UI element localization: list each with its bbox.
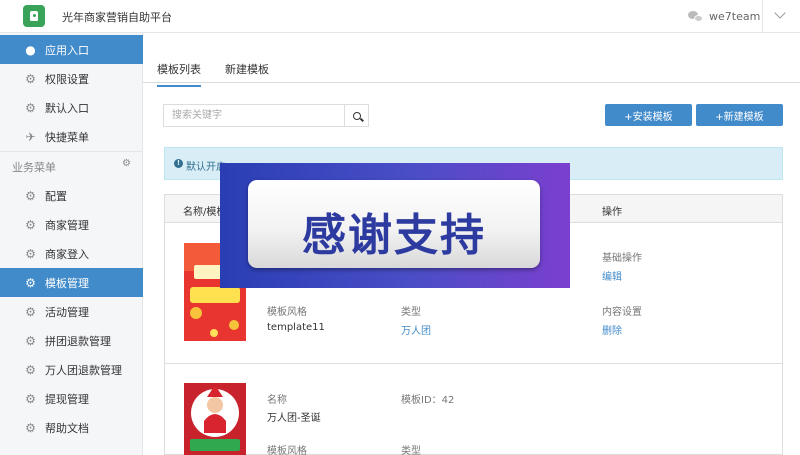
gear-icon[interactable]: ⚙ — [122, 158, 131, 169]
sidebar-item-label: 权限设置 — [45, 72, 89, 86]
gear-icon: ⚙ — [25, 246, 36, 261]
style-label: 模板风格 — [267, 446, 307, 455]
sidebar-item-label: 快捷菜单 — [45, 130, 89, 144]
sidebar-item-wanren-refund[interactable]: ⚙ 万人团退款管理 — [0, 355, 143, 384]
gear-icon: ⚙ — [25, 71, 36, 86]
gear-icon: ⚙ — [25, 217, 36, 232]
app-title: 光年商家营销自助平台 — [62, 11, 172, 24]
gear-icon: ⚙ — [25, 188, 36, 203]
thanks-banner: 感谢支持 — [220, 163, 570, 288]
search-box — [163, 104, 369, 127]
app-logo-icon[interactable] — [23, 5, 45, 27]
type-value[interactable]: 万人团 — [401, 322, 431, 337]
top-bar: 光年商家营销自助平台 we7team — [0, 0, 800, 33]
search-icon — [352, 111, 361, 120]
sidebar-item-label: 拼团退款管理 — [45, 334, 111, 348]
divider — [762, 0, 763, 33]
sidebar-item-activity-manage[interactable]: ⚙ 活动管理 — [0, 297, 143, 326]
sidebar-item-label: 应用入口 — [45, 43, 89, 57]
info-icon: ! — [174, 159, 183, 168]
sidebar-item-permissions[interactable]: ⚙ 权限设置 — [0, 64, 143, 93]
sidebar: ● 应用入口 ⚙ 权限设置 ⚙ 默认入口 ✈ 快捷菜单 业务菜单 ⚙ ⚙ 配置 … — [0, 33, 143, 455]
basic-ops-label: 基础操作 — [602, 253, 642, 264]
name-value: 万人团-圣诞 — [267, 413, 321, 424]
sidebar-item-label: 提现管理 — [45, 392, 89, 406]
name-label: 名称 — [267, 395, 287, 406]
type-label: 类型 — [401, 307, 421, 318]
sidebar-item-label: 模板管理 — [45, 276, 89, 290]
sidebar-item-merchant-manage[interactable]: ⚙ 商家管理 — [0, 210, 143, 239]
gear-icon: ⚙ — [25, 275, 36, 290]
banner-text: 感谢支持 — [302, 210, 486, 261]
sidebar-item-template-manage[interactable]: ⚙ 模板管理 — [0, 268, 143, 297]
gear-icon: ⚙ — [25, 333, 36, 348]
new-template-button[interactable]: +新建模板 — [696, 104, 783, 126]
sidebar-item-label: 帮助文档 — [45, 421, 89, 435]
type-label: 类型 — [401, 446, 421, 455]
chat-bubble-icon: ● — [25, 42, 36, 57]
banner-card: 感谢支持 — [248, 180, 540, 268]
user-name: we7team — [709, 10, 761, 23]
gear-icon: ⚙ — [25, 420, 36, 435]
search-button[interactable] — [344, 105, 368, 126]
sidebar-item-shortcut-menu[interactable]: ✈ 快捷菜单 — [0, 122, 143, 151]
sidebar-item-merchant-login[interactable]: ⚙ 商家登入 — [0, 239, 143, 268]
gear-icon: ⚙ — [25, 100, 36, 115]
divider — [0, 151, 143, 152]
gear-icon: ⚙ — [25, 362, 36, 377]
sidebar-item-label: 商家登入 — [45, 247, 89, 261]
template-thumbnail[interactable] — [184, 383, 246, 455]
template-id: 模板ID：42 — [401, 395, 455, 406]
column-header-actions: 操作 — [602, 207, 622, 218]
style-value: template11 — [267, 322, 325, 333]
row-divider — [165, 363, 782, 364]
section-label: 业务菜单 — [12, 161, 56, 174]
edit-link[interactable]: 编辑 — [602, 268, 622, 283]
tab-template-list[interactable]: 模板列表 — [157, 61, 201, 87]
plane-icon: ✈ — [25, 129, 36, 144]
delete-link[interactable]: 删除 — [602, 322, 622, 337]
sidebar-item-label: 配置 — [45, 189, 67, 203]
sidebar-item-label: 商家管理 — [45, 218, 89, 232]
search-input[interactable] — [164, 105, 344, 126]
sidebar-item-label: 活动管理 — [45, 305, 89, 319]
sidebar-item-default-entry[interactable]: ⚙ 默认入口 — [0, 93, 143, 122]
chevron-down-icon[interactable] — [774, 7, 786, 19]
tab-new-template[interactable]: 新建模板 — [225, 61, 269, 77]
install-template-button[interactable]: +安装模板 — [605, 104, 692, 126]
wechat-icon — [688, 10, 703, 23]
tab-bar: 模板列表 新建模板 — [143, 53, 800, 87]
gear-icon: ⚙ — [25, 304, 36, 319]
gear-icon: ⚙ — [25, 391, 36, 406]
sidebar-item-group-refund[interactable]: ⚙ 拼团退款管理 — [0, 326, 143, 355]
sidebar-item-help[interactable]: ⚙ 帮助文档 — [0, 413, 143, 442]
sidebar-item-app-entry[interactable]: ● 应用入口 — [0, 35, 143, 64]
sidebar-item-label: 万人团退款管理 — [45, 363, 122, 377]
content-settings-label: 内容设置 — [602, 307, 642, 318]
sidebar-item-withdraw[interactable]: ⚙ 提现管理 — [0, 384, 143, 413]
sidebar-item-label: 默认入口 — [45, 101, 89, 115]
style-label: 模板风格 — [267, 307, 307, 318]
sidebar-item-config[interactable]: ⚙ 配置 — [0, 181, 143, 210]
user-menu[interactable]: we7team — [688, 0, 760, 33]
